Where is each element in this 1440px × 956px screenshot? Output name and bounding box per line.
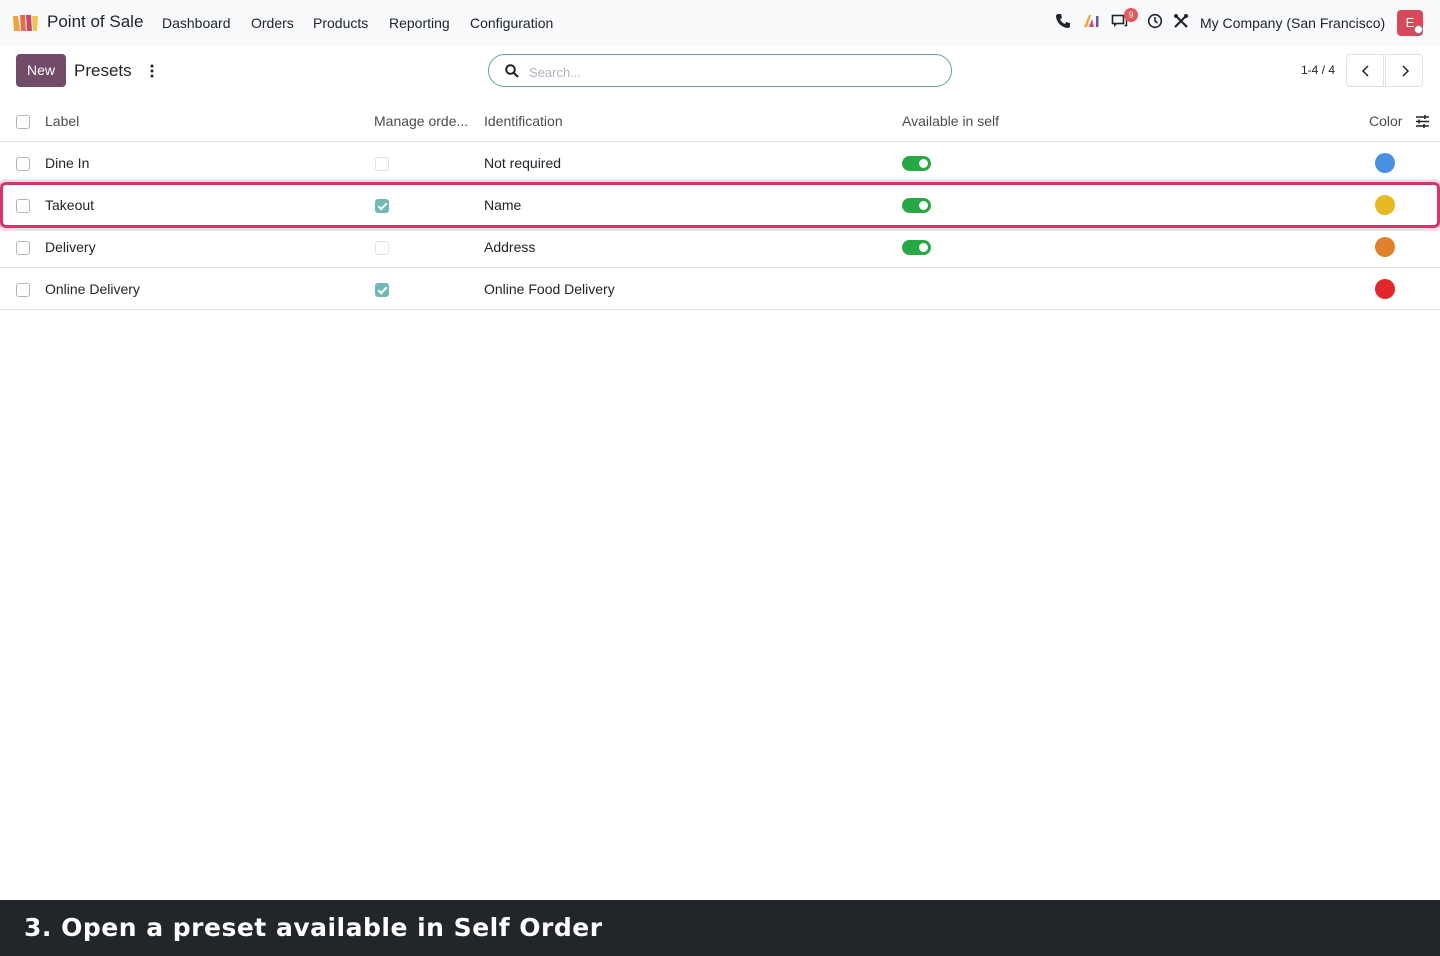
color-swatch [1375, 279, 1395, 299]
debug-tools-icon[interactable] [1173, 13, 1191, 31]
search-input[interactable] [527, 61, 931, 83]
row-checkbox[interactable] [16, 241, 30, 255]
top-navbar: Point of Sale Dashboard Orders Products … [0, 0, 1440, 46]
messages-badge: 9 [1124, 8, 1138, 22]
preset-label[interactable]: Delivery [45, 226, 96, 268]
available-in-self-toggle[interactable] [902, 156, 931, 171]
phone-icon[interactable] [1055, 13, 1073, 31]
menu-orders[interactable]: Orders [251, 15, 294, 31]
row-checkbox[interactable] [16, 157, 30, 171]
app-name[interactable]: Point of Sale [47, 12, 143, 32]
color-swatch [1375, 153, 1395, 173]
chevron-right-icon [1402, 65, 1410, 77]
identification-value[interactable]: Address [484, 226, 535, 268]
table-header: Label Manage orde... Identification Avai… [0, 100, 1440, 142]
identification-value[interactable]: Online Food Delivery [484, 268, 615, 310]
manage-orders-checkbox [375, 283, 389, 297]
pager-value[interactable]: 1-4 / 4 [1301, 63, 1335, 77]
optional-columns-icon[interactable] [1416, 115, 1429, 128]
column-header-label[interactable]: Label [45, 100, 79, 142]
company-switcher[interactable]: My Company (San Francisco) [1200, 15, 1385, 31]
identification-value[interactable]: Not required [484, 142, 561, 184]
select-all-checkbox[interactable] [16, 115, 30, 129]
menu-products[interactable]: Products [313, 15, 368, 31]
column-header-identification[interactable]: Identification [484, 100, 563, 142]
actions-kebab-icon[interactable] [146, 63, 158, 79]
ai-icon[interactable] [1083, 13, 1101, 31]
manage-orders-checkbox [375, 199, 389, 213]
chevron-left-icon [1361, 65, 1369, 77]
manage-orders-checkbox [375, 157, 389, 171]
available-in-self-toggle[interactable] [902, 240, 931, 255]
search-icon [505, 64, 519, 78]
menu-reporting[interactable]: Reporting [389, 15, 450, 31]
user-status-icon [1414, 25, 1423, 34]
preset-label[interactable]: Online Delivery [45, 268, 140, 310]
menu-dashboard[interactable]: Dashboard [162, 15, 231, 31]
column-header-manage-orders[interactable]: Manage orde... [374, 100, 468, 142]
table-row[interactable]: Takeout Name [0, 184, 1440, 226]
table-row[interactable]: Delivery Address [0, 226, 1440, 268]
table-row[interactable]: Dine In Not required [0, 142, 1440, 184]
pager-previous-button[interactable] [1346, 54, 1384, 87]
preset-label[interactable]: Dine In [45, 142, 89, 184]
identification-value[interactable]: Name [484, 184, 521, 226]
pos-app-logo[interactable] [12, 12, 39, 32]
color-swatch [1375, 237, 1395, 257]
preset-label[interactable]: Takeout [45, 184, 94, 226]
table-row[interactable]: Online Delivery Online Food Delivery [0, 268, 1440, 310]
menu-configuration[interactable]: Configuration [470, 15, 553, 31]
tutorial-caption: 3. Open a preset available in Self Order [24, 913, 603, 942]
new-button[interactable]: New [16, 54, 66, 87]
column-header-color[interactable]: Color [1369, 100, 1402, 142]
manage-orders-checkbox [375, 241, 389, 255]
color-swatch [1375, 195, 1395, 215]
activity-clock-icon[interactable] [1147, 13, 1165, 31]
column-header-available-in-self[interactable]: Available in self [902, 100, 999, 142]
pager-next-button[interactable] [1385, 54, 1423, 87]
available-in-self-toggle[interactable] [902, 198, 931, 213]
tutorial-caption-bar: 3. Open a preset available in Self Order [0, 900, 1440, 956]
search-bar[interactable] [488, 54, 952, 87]
row-checkbox[interactable] [16, 199, 30, 213]
row-checkbox[interactable] [16, 283, 30, 297]
page-title: Presets [74, 61, 132, 80]
